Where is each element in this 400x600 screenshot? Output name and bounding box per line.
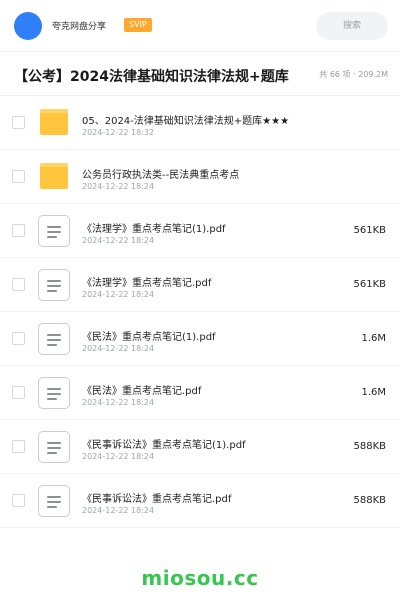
item-size: 561KB xyxy=(353,225,386,236)
list-item[interactable]: 《民事诉讼法》重点考点笔记(1).pdf 2024-12-22 18:24 58… xyxy=(0,420,400,474)
item-name: 《民事诉讼法》重点考点笔记(1).pdf xyxy=(82,440,246,451)
item-date: 2024-12-22 18:24 xyxy=(82,344,155,353)
document-icon xyxy=(38,215,70,247)
list-item[interactable]: 05、2024-法律基础知识法律法规+题库★★★ 2024-12-22 18:3… xyxy=(0,96,400,150)
select-checkbox[interactable] xyxy=(12,224,25,237)
item-name: 《法理学》重点考点笔记(1).pdf xyxy=(82,224,226,235)
item-size: 561KB xyxy=(353,279,386,290)
list-item[interactable]: 《民法》重点考点笔记(1).pdf 2024-12-22 18:24 1.6M xyxy=(0,312,400,366)
top-bar: 夸克网盘分享 SVIP 搜索 xyxy=(0,0,400,52)
list-item[interactable]: 《民法》重点考点笔记.pdf 2024-12-22 18:24 1.6M xyxy=(0,366,400,420)
folder-icon xyxy=(38,107,70,139)
title-bar: 【公考】2024法律基础知识法律法规+题库 共 66 项 · 209.2M xyxy=(0,52,400,96)
sharer-name: 夸克网盘分享 xyxy=(52,22,107,32)
item-name: 《民法》重点考点笔记.pdf xyxy=(82,386,202,397)
select-checkbox[interactable] xyxy=(12,116,25,129)
item-size: 1.6M xyxy=(361,387,386,398)
select-checkbox[interactable] xyxy=(12,278,25,291)
list-item[interactable]: 《法理学》重点考点笔记(1).pdf 2024-12-22 18:24 561K… xyxy=(0,204,400,258)
document-icon xyxy=(38,269,70,301)
list-item[interactable]: 《法理学》重点考点笔记.pdf 2024-12-22 18:24 561KB xyxy=(0,258,400,312)
item-date: 2024-12-22 18:24 xyxy=(82,452,155,461)
document-icon xyxy=(38,485,70,517)
select-checkbox[interactable] xyxy=(12,386,25,399)
select-checkbox[interactable] xyxy=(12,170,25,183)
item-date: 2024-12-22 18:24 xyxy=(82,398,155,407)
avatar[interactable] xyxy=(14,12,42,40)
item-date: 2024-12-22 18:24 xyxy=(82,182,155,191)
item-name: 《法理学》重点考点笔记.pdf xyxy=(82,278,212,289)
item-name: 《民事诉讼法》重点考点笔记.pdf xyxy=(82,494,232,505)
item-name: 《民法》重点考点笔记(1).pdf xyxy=(82,332,216,343)
watermark: miosou.cc xyxy=(141,566,259,590)
item-count-and-size: 共 66 项 · 209.2M xyxy=(319,70,388,79)
document-icon xyxy=(38,323,70,355)
select-checkbox[interactable] xyxy=(12,332,25,345)
svip-badge: SVIP xyxy=(124,18,152,32)
document-icon xyxy=(38,431,70,463)
page-title: 【公考】2024法律基础知识法律法规+题库 xyxy=(14,69,289,85)
item-size: 1.6M xyxy=(361,333,386,344)
file-list: 05、2024-法律基础知识法律法规+题库★★★ 2024-12-22 18:3… xyxy=(0,96,400,528)
document-icon xyxy=(38,377,70,409)
item-size: 588KB xyxy=(353,495,386,506)
list-item[interactable]: 《民事诉讼法》重点考点笔记.pdf 2024-12-22 18:24 588KB xyxy=(0,474,400,528)
item-name: 公务员行政执法类--民法典重点考点 xyxy=(82,170,240,181)
select-checkbox[interactable] xyxy=(12,494,25,507)
item-date: 2024-12-22 18:24 xyxy=(82,236,155,245)
item-date: 2024-12-22 18:24 xyxy=(82,290,155,299)
search-input[interactable]: 搜索 xyxy=(316,12,388,40)
item-date: 2024-12-22 18:32 xyxy=(82,128,155,137)
list-item[interactable]: 公务员行政执法类--民法典重点考点 2024-12-22 18:24 xyxy=(0,150,400,204)
item-date: 2024-12-22 18:24 xyxy=(82,506,155,515)
item-name: 05、2024-法律基础知识法律法规+题库★★★ xyxy=(82,116,290,127)
folder-icon xyxy=(38,161,70,193)
item-size: 588KB xyxy=(353,441,386,452)
select-checkbox[interactable] xyxy=(12,440,25,453)
